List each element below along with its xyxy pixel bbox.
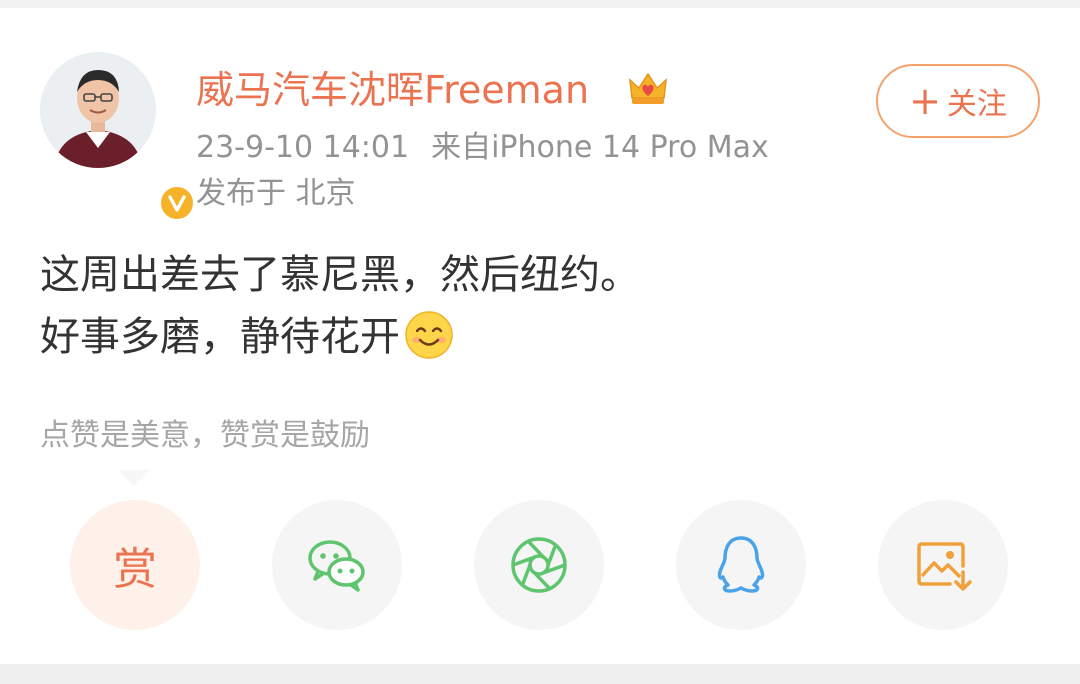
- post-text-line-2: 好事多磨，静待花开: [40, 306, 640, 368]
- post-body: 这周出差去了慕尼黑，然后纽约。 好事多磨，静待花开: [40, 244, 640, 368]
- plus-icon: +: [909, 79, 941, 123]
- share-moments-button[interactable]: [474, 500, 604, 630]
- post-location: 发布于 北京: [196, 176, 356, 211]
- save-image-button[interactable]: [878, 500, 1008, 630]
- reward-button[interactable]: 赏: [70, 500, 200, 630]
- save-image-icon: [917, 542, 972, 591]
- wechat-icon: [308, 540, 365, 592]
- post-timestamp: 23-9-10 14:01: [196, 130, 410, 165]
- reward-label: 赏: [113, 544, 157, 595]
- avatar-photo: [40, 52, 156, 168]
- post-meta: 23-9-10 14:01 来自iPhone 14 Pro Max: [196, 128, 769, 168]
- bottom-divider: [0, 664, 1080, 684]
- qq-penguin-icon: [717, 536, 765, 593]
- verified-v-icon: [168, 195, 186, 212]
- crown-icon[interactable]: [627, 68, 669, 110]
- moments-aperture-icon: [511, 537, 567, 593]
- smile-emoji-icon: [405, 311, 453, 359]
- author-name[interactable]: 威马汽车沈晖Freeman: [196, 62, 589, 118]
- follow-label: 关注: [946, 87, 1007, 122]
- author-avatar[interactable]: [40, 52, 196, 222]
- top-divider: [0, 0, 1080, 8]
- post-text-line-2-content: 好事多磨，静待花开: [40, 314, 400, 360]
- post-text-line-1: 这周出差去了慕尼黑，然后纽约。: [40, 252, 640, 298]
- reward-tip: 点赞是美意，赞赏是鼓励: [40, 418, 370, 453]
- share-qq-button[interactable]: [676, 500, 806, 630]
- verified-badge: [158, 184, 196, 222]
- tip-pointer: [118, 470, 150, 486]
- post-source[interactable]: 来自iPhone 14 Pro Max: [431, 130, 769, 165]
- follow-button[interactable]: + 关注: [876, 64, 1040, 138]
- share-wechat-button[interactable]: [272, 500, 402, 630]
